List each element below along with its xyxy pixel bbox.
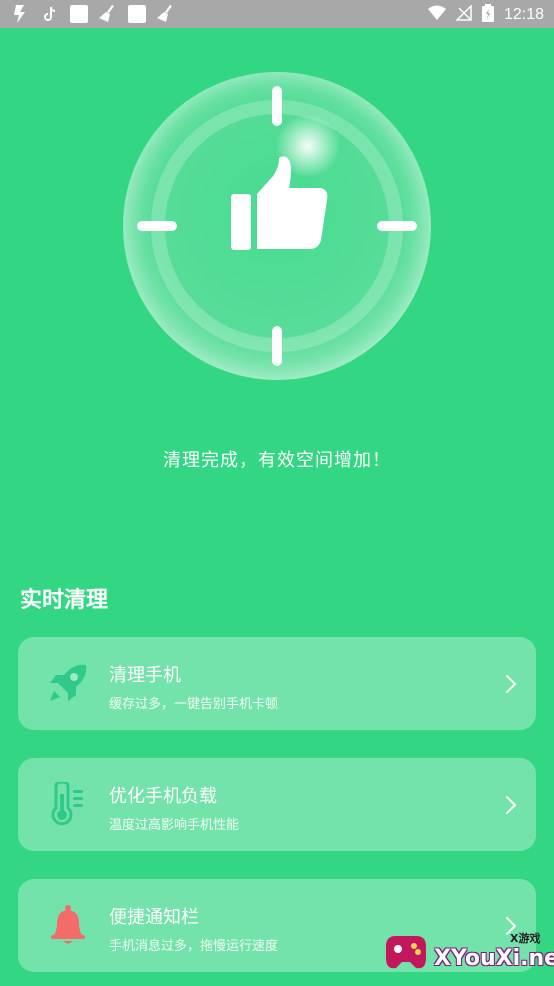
square-icon bbox=[70, 5, 88, 23]
tiktok-icon bbox=[40, 4, 60, 24]
no-signal-icon bbox=[455, 4, 472, 25]
chevron-right-icon bbox=[506, 675, 517, 693]
card-title: 清理手机 bbox=[109, 665, 181, 686]
square-icon bbox=[128, 5, 146, 23]
orb-tick-left bbox=[137, 221, 177, 231]
rocket-icon bbox=[50, 664, 87, 701]
orb-tick-bottom bbox=[272, 326, 282, 366]
gamepad-logo-icon bbox=[386, 936, 426, 969]
orb-tick-top bbox=[272, 86, 282, 126]
bell-icon bbox=[51, 905, 85, 944]
watermark: X游戏 XYouXi.net bbox=[382, 926, 554, 982]
thermometer-icon bbox=[51, 782, 83, 826]
chevron-right-icon bbox=[506, 796, 517, 814]
flash-icon bbox=[10, 4, 30, 24]
card-subtitle: 缓存过多，一键告别手机卡顿 bbox=[109, 697, 279, 712]
clean-result-orb bbox=[123, 72, 431, 380]
watermark-small-text: X游戏 bbox=[510, 932, 541, 945]
thumbs-up-icon bbox=[231, 156, 328, 250]
broom-icon bbox=[98, 4, 118, 24]
battery-icon bbox=[481, 4, 494, 26]
watermark-text: XYouXi.net bbox=[434, 946, 554, 971]
status-time: 12:18 bbox=[503, 6, 544, 23]
status-bar-notifications bbox=[10, 4, 176, 24]
broom-icon bbox=[156, 4, 176, 24]
optimize-load-card[interactable]: 优化手机负载 温度过高影响手机性能 bbox=[18, 758, 536, 851]
orb-tick-right bbox=[377, 221, 417, 231]
wifi-icon bbox=[427, 5, 446, 25]
card-title: 优化手机负载 bbox=[109, 786, 217, 807]
clean-phone-card[interactable]: 清理手机 缓存过多，一键告别手机卡顿 bbox=[18, 637, 536, 730]
status-bar-system: 12:18 bbox=[427, 4, 544, 26]
card-title: 便捷通知栏 bbox=[109, 907, 199, 928]
section-title: 实时清理 bbox=[20, 588, 109, 613]
card-subtitle: 温度过高影响手机性能 bbox=[109, 818, 240, 833]
card-subtitle: 手机消息过多，拖慢运行速度 bbox=[109, 939, 279, 954]
status-bar: 12:18 bbox=[0, 0, 554, 28]
clean-complete-message: 清理完成，有效空间增加！ bbox=[163, 450, 391, 471]
